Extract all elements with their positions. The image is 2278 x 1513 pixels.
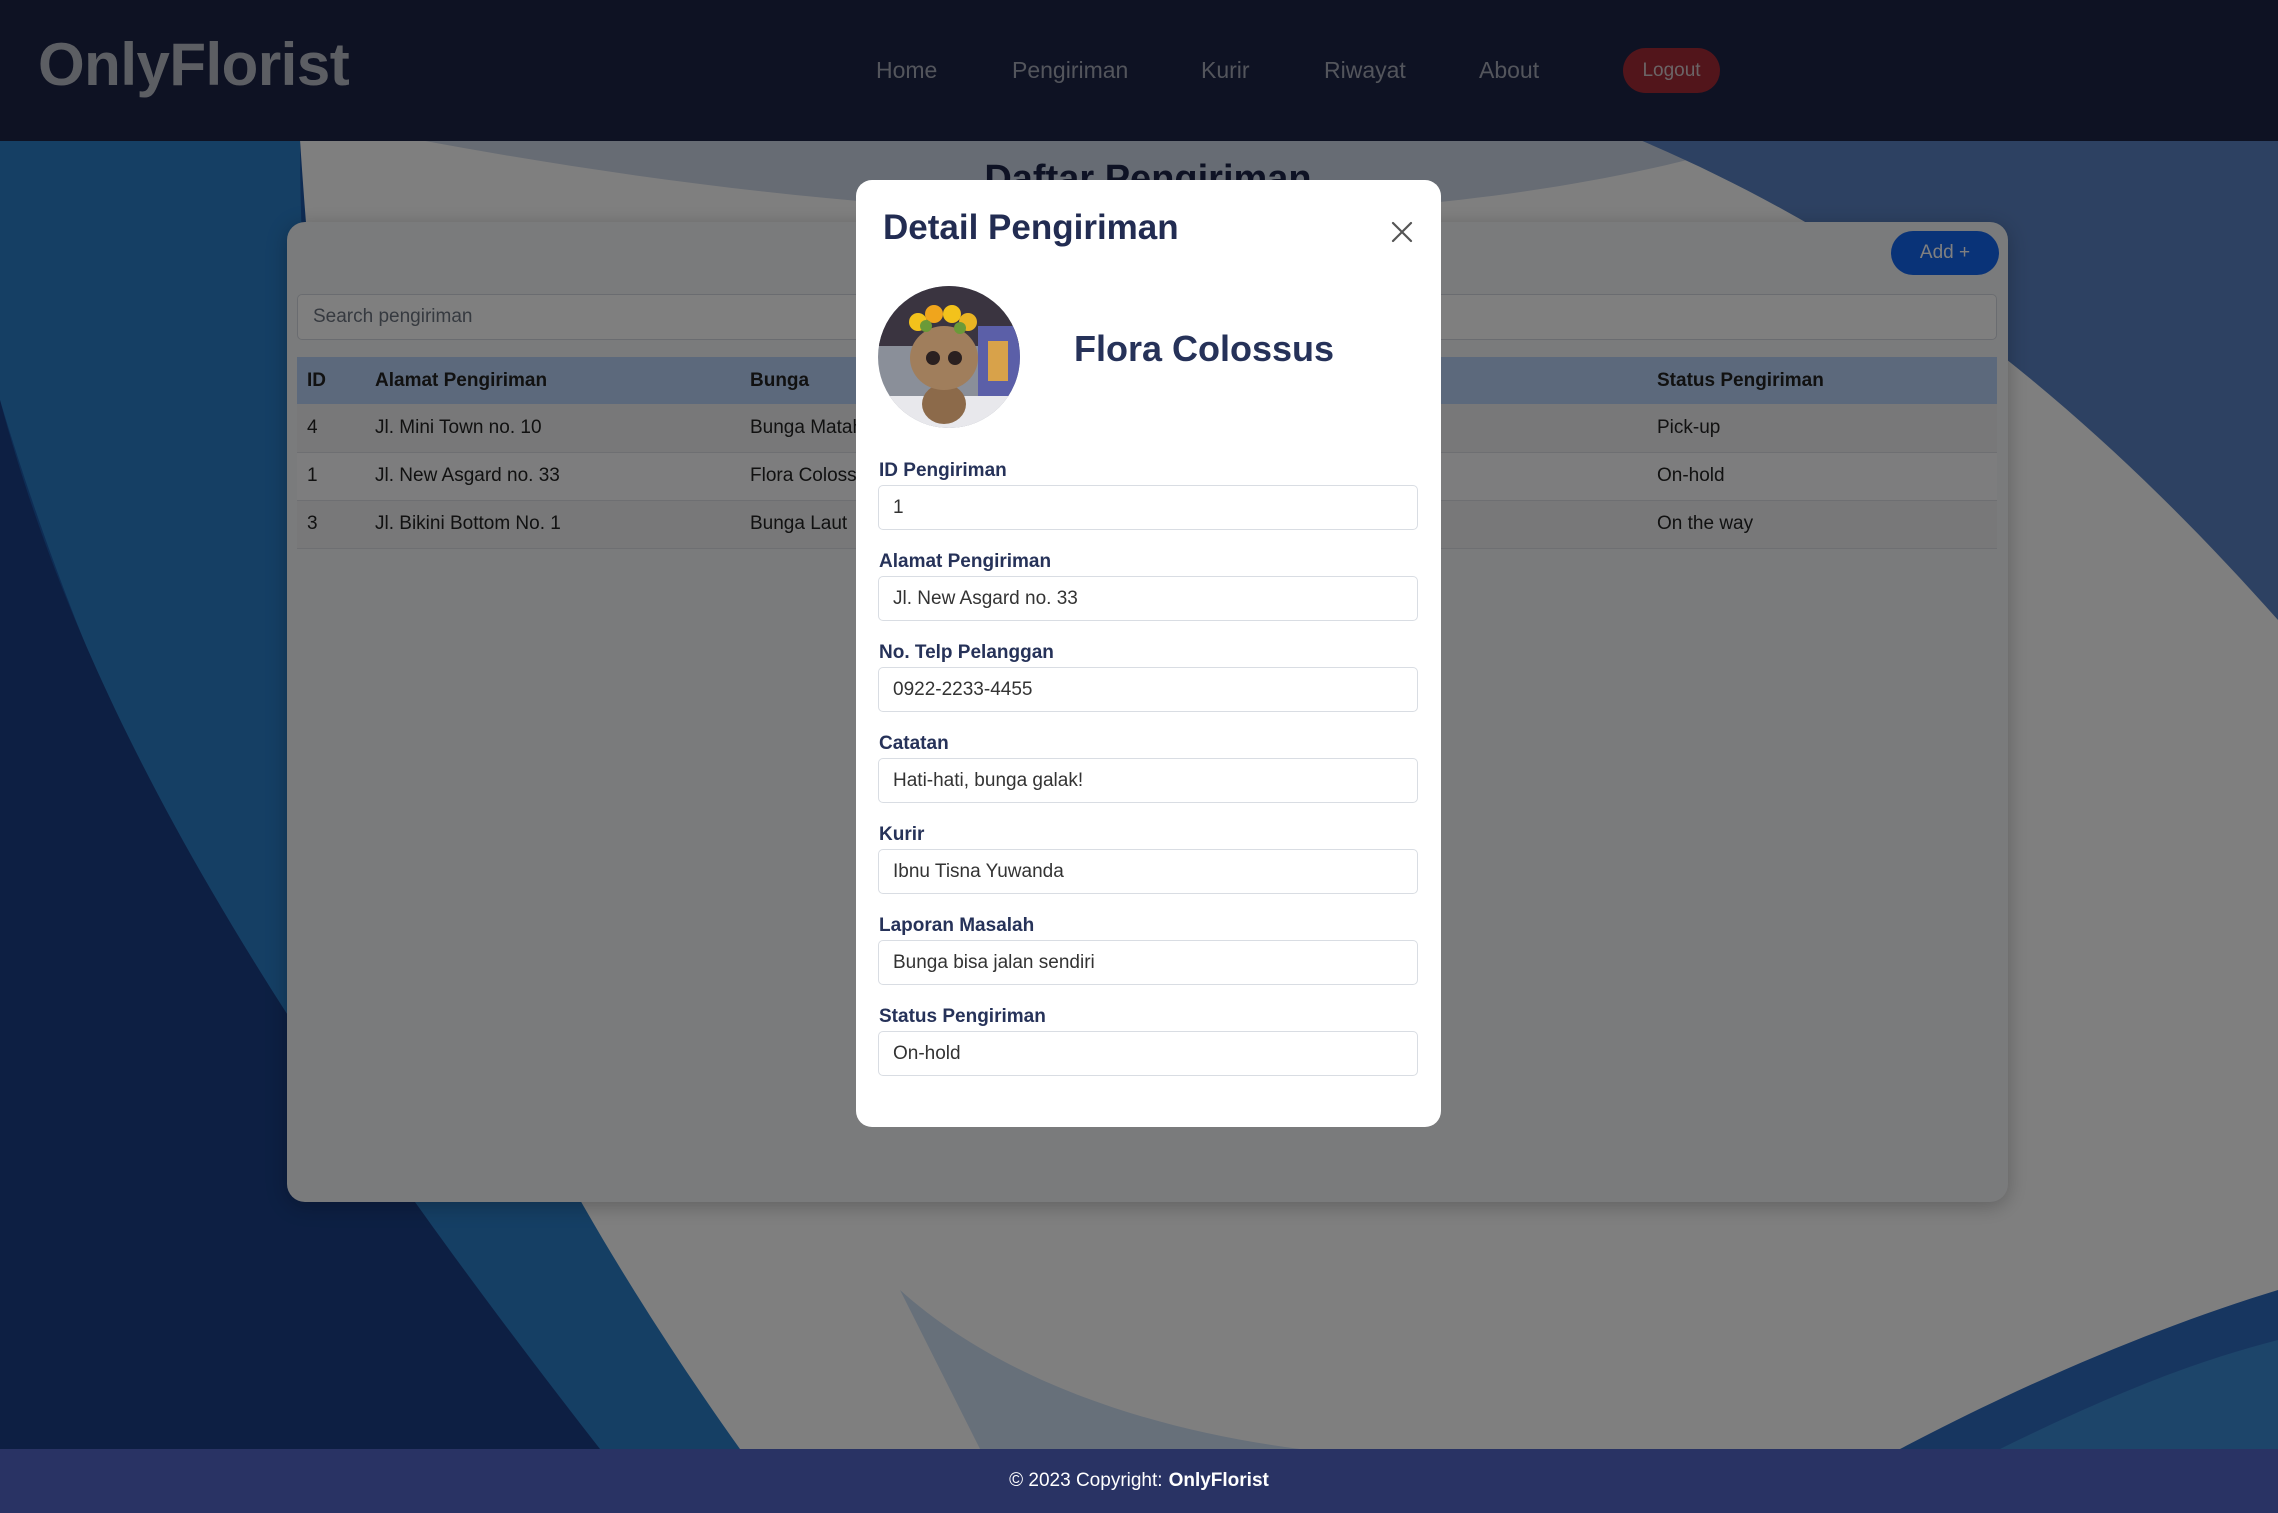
laporan-masalah-field[interactable] <box>878 940 1418 985</box>
close-icon[interactable] <box>1388 218 1416 246</box>
modal-title: Detail Pengiriman <box>883 208 1179 247</box>
label-status-pengiriman: Status Pengiriman <box>879 1006 1046 1027</box>
flower-photo-icon <box>878 286 1020 428</box>
label-catatan: Catatan <box>879 733 949 754</box>
detail-modal: Detail Pengiriman Flora Colossus ID Peng… <box>856 180 1441 1127</box>
footer-brand: OnlyFlorist <box>1168 1470 1269 1491</box>
label-no-telp: No. Telp Pelanggan <box>879 642 1054 663</box>
label-laporan-masalah: Laporan Masalah <box>879 915 1035 936</box>
no-telp-field[interactable] <box>878 667 1418 712</box>
footer-copyright: © 2023 Copyright: <box>1009 1470 1163 1491</box>
flower-avatar <box>878 286 1020 428</box>
label-alamat-pengiriman: Alamat Pengiriman <box>879 551 1052 572</box>
catatan-field[interactable] <box>878 758 1418 803</box>
label-id-pengiriman: ID Pengiriman <box>879 460 1007 481</box>
alamat-pengiriman-field[interactable] <box>878 576 1418 621</box>
footer: © 2023 Copyright: OnlyFlorist <box>0 1449 2278 1513</box>
flower-name: Flora Colossus <box>1074 328 1335 369</box>
id-pengiriman-field[interactable] <box>878 485 1418 530</box>
status-pengiriman-field[interactable] <box>878 1031 1418 1076</box>
kurir-field[interactable] <box>878 849 1418 894</box>
label-kurir: Kurir <box>879 824 925 845</box>
